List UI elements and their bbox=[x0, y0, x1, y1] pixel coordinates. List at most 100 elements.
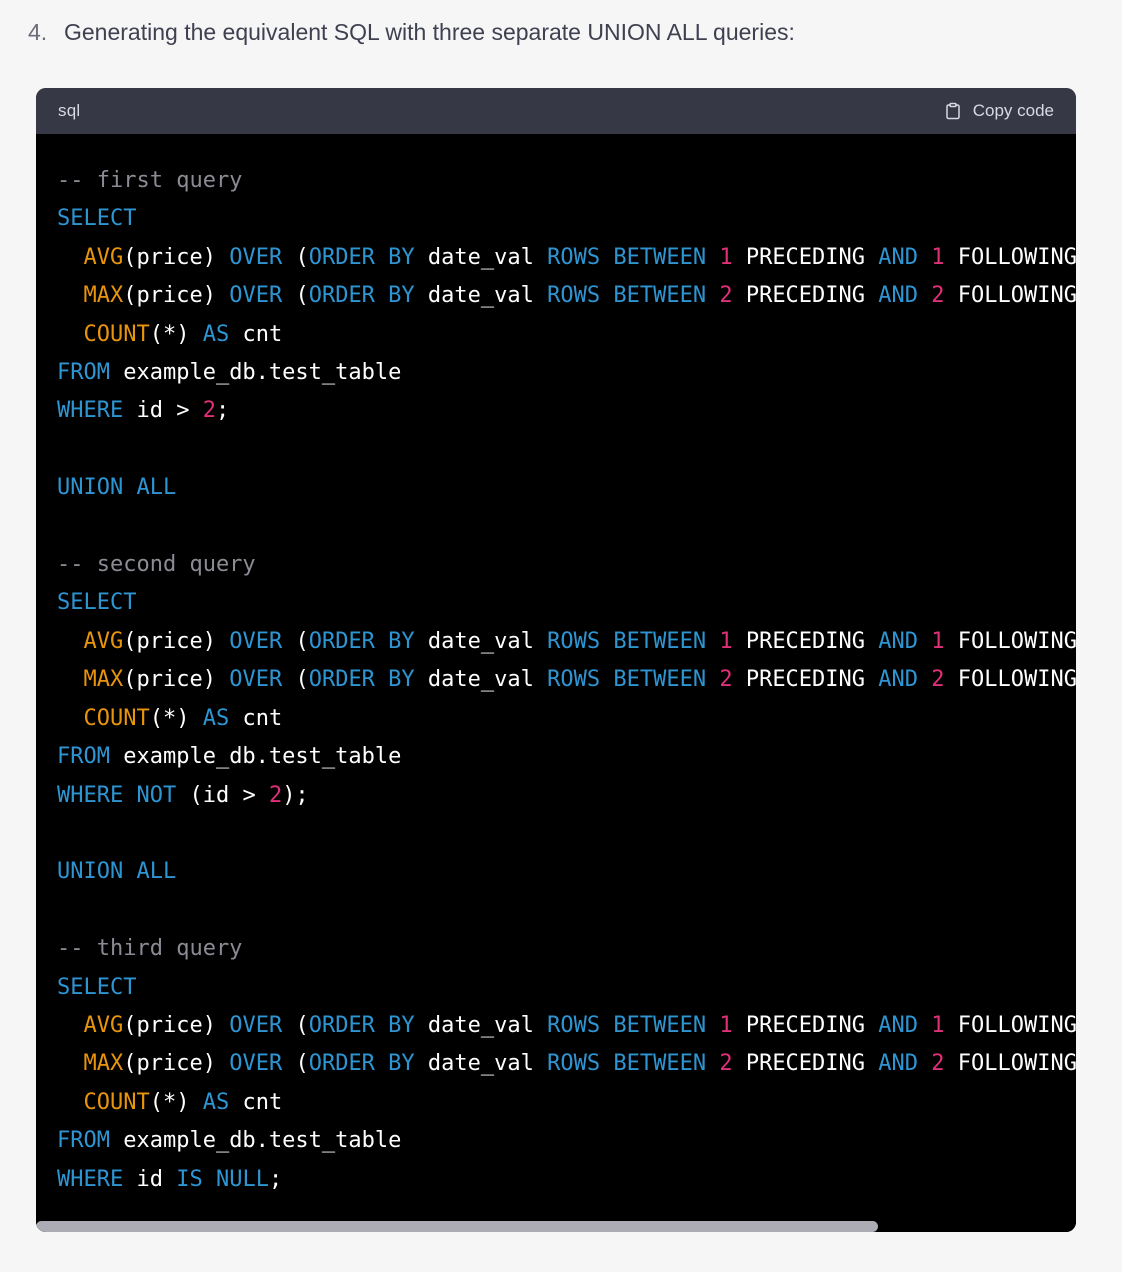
code-token bbox=[57, 706, 84, 731]
code-token: FOLLOWING bbox=[945, 1051, 1076, 1076]
code-token: SELECT bbox=[57, 975, 136, 1000]
code-token: (*) bbox=[150, 706, 203, 731]
code-token bbox=[918, 667, 931, 692]
code-token: AND bbox=[878, 1051, 918, 1076]
code-token: (price) bbox=[123, 667, 229, 692]
code-line: -- first query bbox=[57, 162, 1076, 200]
code-token: date_val bbox=[415, 283, 547, 308]
code-token: date_val bbox=[415, 1051, 547, 1076]
code-token: PRECEDING bbox=[733, 283, 879, 308]
code-token: OVER bbox=[229, 629, 282, 654]
code-token: ); bbox=[282, 783, 309, 808]
code-token: FROM bbox=[57, 360, 110, 385]
code-token: MAX bbox=[84, 283, 124, 308]
code-line bbox=[57, 431, 1076, 469]
code-token: MAX bbox=[84, 1051, 124, 1076]
code-token: AND bbox=[878, 245, 918, 270]
code-token: example_db.test_table bbox=[110, 360, 401, 385]
code-token: 2 bbox=[719, 283, 732, 308]
code-token: ORDER BY bbox=[309, 283, 415, 308]
code-token bbox=[706, 283, 719, 308]
code-line: FROM example_db.test_table bbox=[57, 738, 1076, 776]
code-token: IS NULL bbox=[176, 1167, 269, 1192]
code-text: -- first querySELECT AVG(price) OVER (OR… bbox=[57, 162, 1076, 1199]
code-line: AVG(price) OVER (ORDER BY date_val ROWS … bbox=[57, 1007, 1076, 1045]
code-token: example_db.test_table bbox=[110, 744, 401, 769]
code-content: -- first querySELECT AVG(price) OVER (OR… bbox=[36, 134, 1076, 1232]
code-line bbox=[57, 892, 1076, 930]
code-token: OVER bbox=[229, 667, 282, 692]
code-token: 1 bbox=[931, 629, 944, 654]
code-token: ROWS BETWEEN bbox=[547, 1013, 706, 1038]
code-token: COUNT bbox=[84, 1090, 150, 1115]
code-token: cnt bbox=[229, 706, 282, 731]
code-token: AND bbox=[878, 667, 918, 692]
code-token: UNION ALL bbox=[57, 475, 176, 500]
code-token: ROWS BETWEEN bbox=[547, 283, 706, 308]
code-token: COUNT bbox=[84, 706, 150, 731]
code-token: (id > bbox=[176, 783, 269, 808]
code-token: 2 bbox=[931, 283, 944, 308]
code-token: (price) bbox=[123, 629, 229, 654]
code-token: ( bbox=[282, 629, 309, 654]
code-token bbox=[706, 1051, 719, 1076]
code-token: UNION ALL bbox=[57, 859, 176, 884]
code-token bbox=[57, 1013, 84, 1038]
code-block-header: sql Copy code bbox=[36, 88, 1076, 134]
code-token bbox=[706, 629, 719, 654]
code-token: example_db.test_table bbox=[110, 1128, 401, 1153]
code-token: (price) bbox=[123, 245, 229, 270]
code-token: ORDER BY bbox=[309, 245, 415, 270]
code-token: 2 bbox=[269, 783, 282, 808]
code-token: ROWS BETWEEN bbox=[547, 1051, 706, 1076]
code-token: OVER bbox=[229, 245, 282, 270]
code-token: FOLLOWING bbox=[945, 1013, 1076, 1038]
code-token: ( bbox=[282, 283, 309, 308]
code-line: -- third query bbox=[57, 930, 1076, 968]
code-token: PRECEDING bbox=[733, 667, 879, 692]
code-line: MAX(price) OVER (ORDER BY date_val ROWS … bbox=[57, 661, 1076, 699]
code-line: WHERE id > 2; bbox=[57, 392, 1076, 430]
code-token bbox=[918, 1051, 931, 1076]
code-line: MAX(price) OVER (ORDER BY date_val ROWS … bbox=[57, 277, 1076, 315]
code-token: FOLLOWING bbox=[945, 245, 1076, 270]
code-token bbox=[918, 245, 931, 270]
code-token: AND bbox=[878, 1013, 918, 1038]
code-line: SELECT bbox=[57, 584, 1076, 622]
code-token: PRECEDING bbox=[733, 629, 879, 654]
code-token bbox=[918, 1013, 931, 1038]
code-token: (*) bbox=[150, 322, 203, 347]
code-token: ( bbox=[282, 667, 309, 692]
code-token: -- first query bbox=[57, 168, 242, 193]
clipboard-icon bbox=[944, 101, 962, 121]
horizontal-scrollbar-thumb[interactable] bbox=[36, 1221, 878, 1232]
code-token: cnt bbox=[229, 322, 282, 347]
code-token: -- third query bbox=[57, 936, 242, 961]
code-token: MAX bbox=[84, 667, 124, 692]
code-block: sql Copy code -- first query SELECT AVG (p… bbox=[36, 88, 1076, 1232]
code-token: FOLLOWING bbox=[945, 283, 1076, 308]
code-token: AND bbox=[878, 283, 918, 308]
code-token: PRECEDING bbox=[733, 1013, 879, 1038]
code-line: UNION ALL bbox=[57, 469, 1076, 507]
copy-code-button[interactable]: Copy code bbox=[944, 101, 1054, 121]
code-token: AVG bbox=[84, 1013, 124, 1038]
code-token: SELECT bbox=[57, 206, 136, 231]
code-token: ( bbox=[282, 1013, 309, 1038]
code-token: AS bbox=[203, 322, 230, 347]
code-token: ROWS BETWEEN bbox=[547, 629, 706, 654]
code-token: 1 bbox=[931, 1013, 944, 1038]
code-line: SELECT bbox=[57, 969, 1076, 1007]
code-token bbox=[57, 1090, 84, 1115]
list-item-heading: 4. Generating the equivalent SQL with th… bbox=[28, 17, 795, 47]
code-token: WHERE bbox=[57, 398, 123, 423]
code-token: (price) bbox=[123, 283, 229, 308]
code-line: WHERE id IS NULL; bbox=[57, 1161, 1076, 1199]
code-token: OVER bbox=[229, 283, 282, 308]
code-token: id bbox=[123, 1167, 176, 1192]
code-token: date_val bbox=[415, 1013, 547, 1038]
code-token: FOLLOWING bbox=[945, 629, 1076, 654]
code-token: FOLLOWING bbox=[945, 667, 1076, 692]
code-line: WHERE NOT (id > 2); bbox=[57, 777, 1076, 815]
code-token: AS bbox=[203, 1090, 230, 1115]
